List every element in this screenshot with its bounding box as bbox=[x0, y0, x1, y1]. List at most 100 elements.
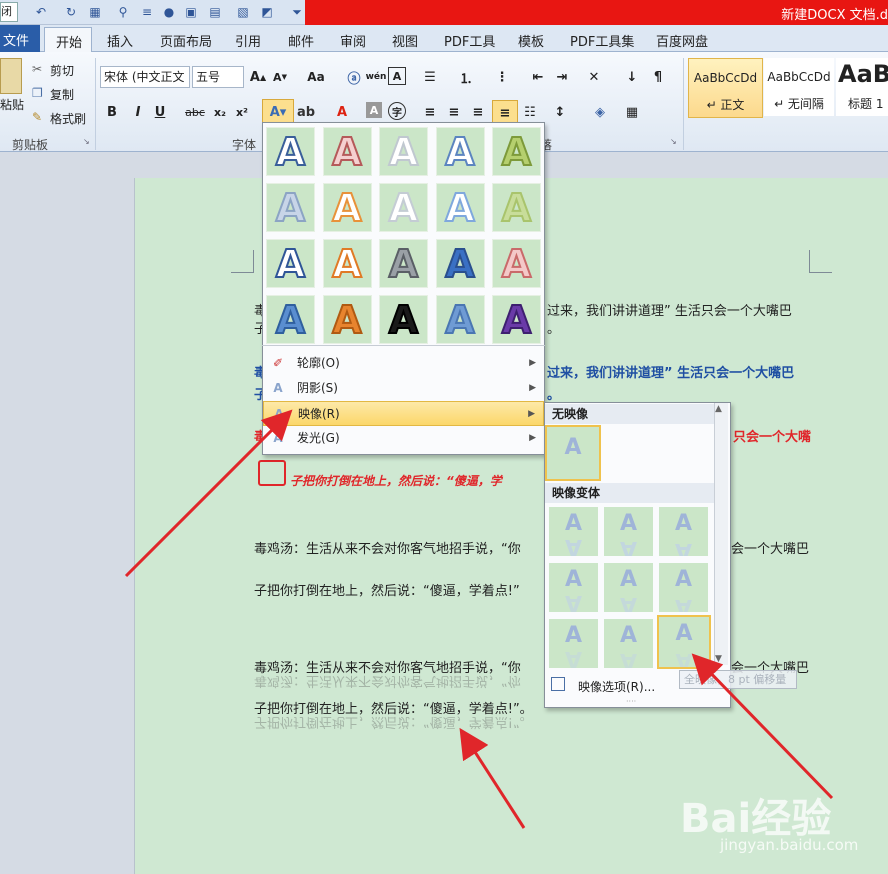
text-effect-style-option[interactable]: A bbox=[435, 127, 485, 176]
text-effect-style-option[interactable]: A bbox=[379, 183, 428, 232]
full-reflection-8pt-option[interactable]: AA bbox=[657, 615, 711, 669]
font-size-combo[interactable]: 五号 bbox=[192, 66, 244, 88]
decrease-indent-icon[interactable]: ⇤ bbox=[528, 67, 548, 87]
tab-home[interactable]: 开始 bbox=[44, 27, 92, 53]
tab-review[interactable]: 审阅 bbox=[340, 31, 366, 50]
tab-view[interactable]: 视图 bbox=[392, 31, 418, 50]
style-normal[interactable]: AaBbCcDd ↵ 正文 bbox=[688, 58, 763, 118]
chinese-layout-icon[interactable]: ✕ bbox=[584, 67, 604, 87]
picture-icon[interactable]: ▤ bbox=[206, 3, 224, 21]
text-effect-style-option[interactable]: A bbox=[492, 183, 541, 232]
reflection-variant-option[interactable]: AA bbox=[604, 507, 653, 556]
reflection-variant-option[interactable]: AA bbox=[549, 619, 598, 668]
shrink-font-icon[interactable]: A ▼ bbox=[270, 67, 290, 87]
text-effect-style-option[interactable]: A bbox=[435, 295, 485, 344]
font-color-icon[interactable]: A bbox=[332, 102, 352, 122]
shapes-icon[interactable]: ◩ bbox=[258, 3, 276, 21]
text-effect-style-option[interactable]: A bbox=[492, 127, 541, 176]
customize-qat-icon[interactable]: ⏷ bbox=[288, 3, 306, 21]
text-effect-style-option[interactable]: A bbox=[266, 127, 315, 176]
reflection-variant-option[interactable]: AA bbox=[549, 507, 598, 556]
text-effect-style-option[interactable]: A bbox=[322, 295, 372, 344]
enclose-char-icon[interactable]: 字 bbox=[388, 102, 406, 120]
paragraph-format-icon[interactable]: ≡ bbox=[138, 3, 156, 21]
strikethrough-button[interactable]: abc bbox=[184, 102, 206, 122]
text-effect-style-option[interactable]: A bbox=[492, 239, 541, 288]
font-name-combo[interactable]: 宋体 (中文正文 bbox=[100, 66, 190, 88]
align-right-icon[interactable]: ≡ bbox=[468, 102, 488, 122]
style-no-spacing[interactable]: AaBbCcDd ↵ 无间隔 bbox=[764, 58, 834, 116]
menu-item-shadow[interactable]: A 阴影(S) ▶ bbox=[263, 376, 544, 400]
tab-mailings[interactable]: 邮件 bbox=[288, 31, 314, 50]
print-preview-icon[interactable]: ▣ bbox=[182, 3, 200, 21]
borders-icon[interactable]: ▦ bbox=[622, 102, 642, 122]
scroll-down-icon[interactable]: ▼ bbox=[715, 654, 722, 664]
text-effect-style-option[interactable]: A bbox=[435, 183, 485, 232]
paste-label[interactable]: 粘贴 bbox=[0, 96, 24, 113]
dialog-launcher-icon[interactable]: ↘ bbox=[83, 137, 90, 146]
resize-grip-icon[interactable]: ···· bbox=[626, 697, 636, 706]
char-border-icon[interactable]: A bbox=[388, 67, 406, 85]
reflection-variant-option[interactable]: AA bbox=[659, 563, 708, 612]
submenu-scrollbar[interactable] bbox=[714, 403, 728, 665]
tab-baidu-netdisk[interactable]: 百度网盘 bbox=[656, 31, 708, 50]
text-effect-style-option[interactable]: A bbox=[379, 127, 428, 176]
text-effect-style-option[interactable]: A bbox=[266, 295, 315, 344]
char-shading-icon[interactable]: A bbox=[366, 102, 382, 118]
italic-button[interactable]: I bbox=[128, 102, 148, 122]
numbering-icon[interactable]: ⒈ bbox=[456, 67, 476, 87]
pinyin-guide-button[interactable]: wén bbox=[366, 67, 387, 87]
superscript-button[interactable]: x² bbox=[232, 102, 252, 122]
cut-button[interactable]: 剪切 bbox=[50, 62, 74, 79]
bold-button[interactable]: B bbox=[102, 102, 122, 122]
tab-pdf-toolset[interactable]: PDF工具集 bbox=[570, 31, 634, 50]
redo-icon[interactable]: ↻ bbox=[62, 3, 80, 21]
style-heading-1[interactable]: AaB 标题 1 bbox=[836, 58, 888, 116]
reflection-variant-option[interactable]: AA bbox=[549, 563, 598, 612]
text-effect-style-option[interactable]: A bbox=[435, 239, 485, 288]
find-icon[interactable]: ⚲ bbox=[114, 3, 132, 21]
show-marks-icon[interactable]: ¶ bbox=[648, 67, 668, 87]
undo-icon[interactable]: ↶ bbox=[32, 3, 50, 21]
menu-item-outline[interactable]: ✐ 轮廓(O) ▶ bbox=[263, 351, 544, 375]
align-center-icon[interactable]: ≡ bbox=[444, 102, 464, 122]
tab-references[interactable]: 引用 bbox=[235, 31, 261, 50]
close-button-partial[interactable]: 闭 bbox=[0, 2, 18, 22]
scroll-up-icon[interactable]: ▲ bbox=[715, 404, 722, 414]
distributed-icon[interactable]: ☷ bbox=[520, 102, 540, 122]
table-icon[interactable]: ▦ bbox=[86, 3, 104, 21]
tab-templates[interactable]: 模板 bbox=[518, 31, 544, 50]
grow-font-icon[interactable]: A ▲ bbox=[248, 67, 268, 87]
tab-file[interactable]: 文件 bbox=[0, 25, 40, 52]
tab-insert[interactable]: 插入 bbox=[107, 31, 133, 50]
menu-item-reflection[interactable]: A 映像(R) ▶ bbox=[263, 401, 544, 426]
align-left-icon[interactable]: ≡ bbox=[420, 102, 440, 122]
no-reflection-option[interactable]: A bbox=[545, 425, 601, 481]
highlight-icon[interactable]: ab bbox=[296, 102, 316, 122]
format-painter-button[interactable]: 格式刷 bbox=[50, 110, 86, 127]
change-case-button[interactable]: Aa bbox=[302, 67, 330, 87]
image-icon[interactable]: ▧ bbox=[234, 3, 252, 21]
sort-icon[interactable]: ↓ bbox=[622, 67, 642, 87]
tab-page-layout[interactable]: 页面布局 bbox=[160, 31, 212, 50]
shading-icon[interactable]: ◈ bbox=[590, 102, 610, 122]
paste-icon[interactable] bbox=[0, 58, 22, 94]
clear-format-icon[interactable]: ⓐ bbox=[344, 67, 364, 87]
paragraph-dialog-launcher-icon[interactable]: ↘ bbox=[670, 137, 677, 146]
menu-item-glow[interactable]: A 发光(G) ▶ bbox=[263, 426, 544, 450]
multilevel-list-icon[interactable]: ⋮ bbox=[492, 67, 512, 87]
text-effect-style-option[interactable]: A bbox=[379, 239, 428, 288]
copy-button[interactable]: 复制 bbox=[50, 86, 74, 103]
text-effect-style-option[interactable]: A bbox=[266, 183, 315, 232]
bullets-icon[interactable]: ☰ bbox=[420, 67, 440, 87]
globe-icon[interactable]: ● bbox=[160, 3, 178, 21]
subscript-button[interactable]: x₂ bbox=[210, 102, 230, 122]
text-effect-style-option[interactable]: A bbox=[266, 239, 315, 288]
text-effect-style-option[interactable]: A bbox=[492, 295, 541, 344]
reflection-variant-option[interactable]: AA bbox=[604, 563, 653, 612]
reflection-variant-option[interactable]: AA bbox=[659, 507, 708, 556]
line-spacing-icon[interactable]: ↕ bbox=[550, 102, 570, 122]
text-effect-style-option[interactable]: A bbox=[322, 183, 372, 232]
text-effect-style-option[interactable]: A bbox=[322, 127, 372, 176]
underline-button[interactable]: U bbox=[150, 102, 170, 122]
